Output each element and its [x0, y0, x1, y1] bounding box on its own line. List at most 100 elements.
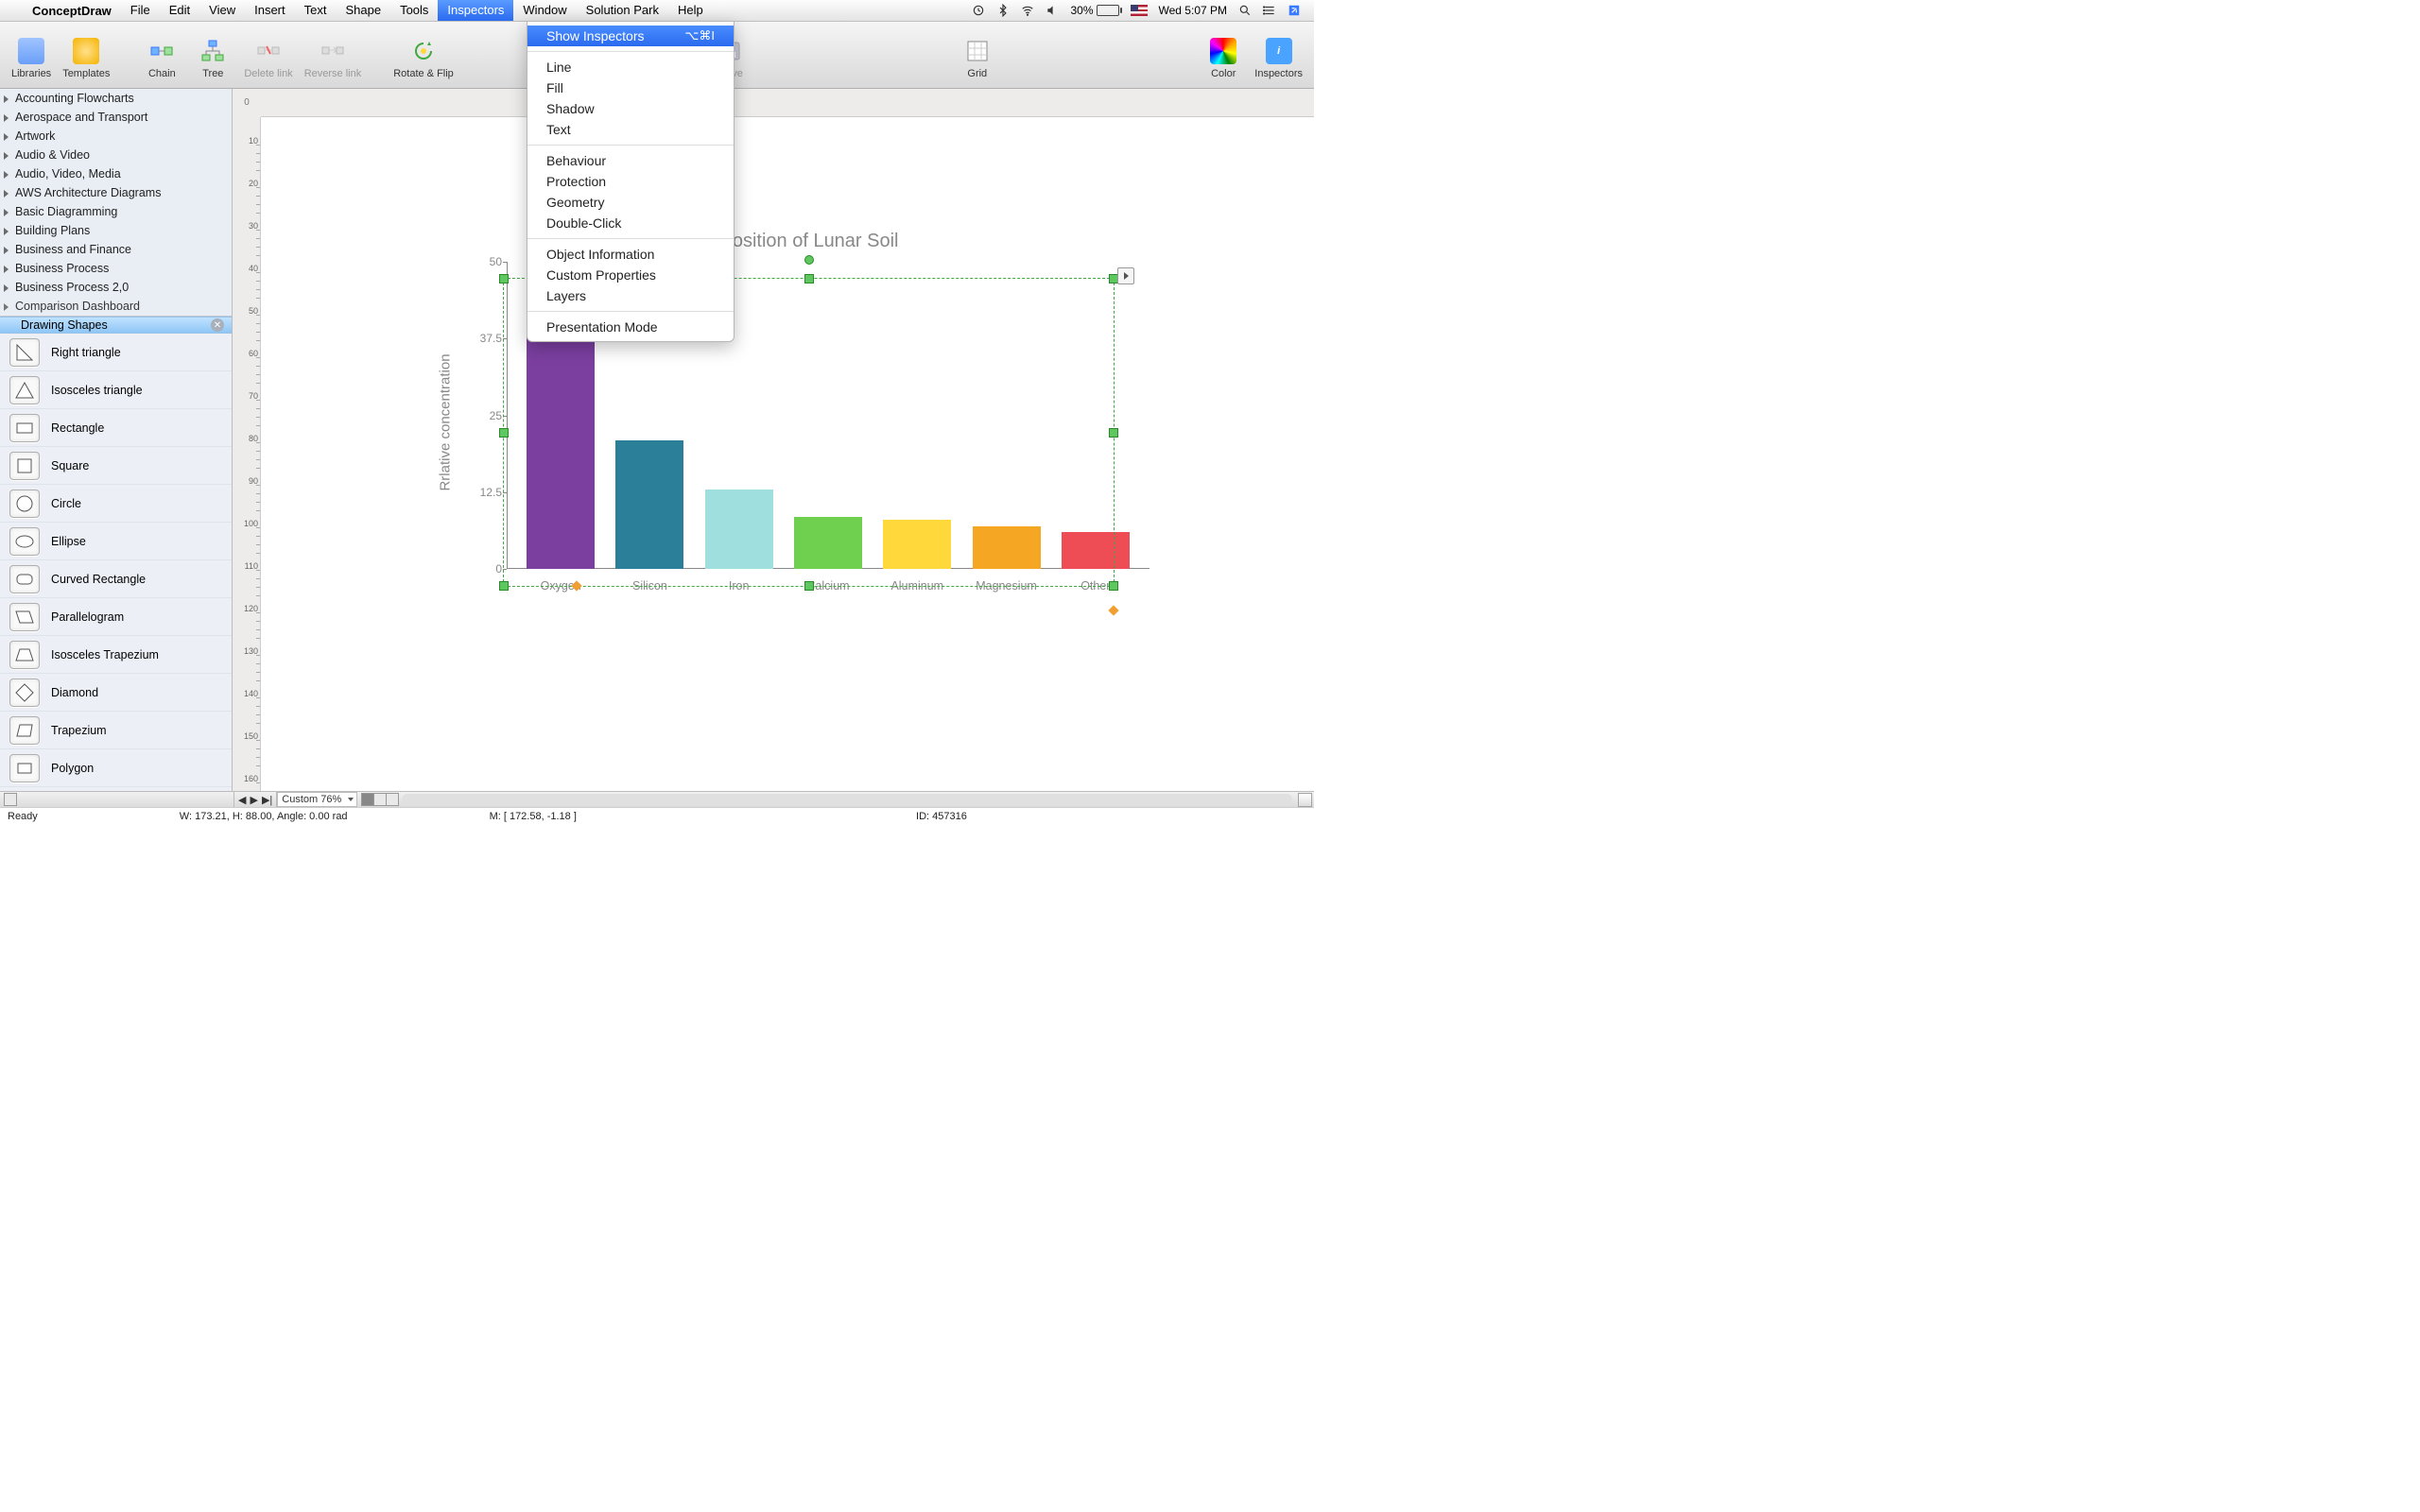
shape-diamond[interactable]: Diamond [0, 674, 232, 712]
bar-label: Iron [729, 579, 750, 593]
page-prev-icon[interactable]: ◀ [238, 794, 246, 806]
bar-rect [705, 490, 773, 570]
menu-item-behaviour[interactable]: Behaviour [527, 150, 734, 171]
menu-item-protection[interactable]: Protection [527, 171, 734, 192]
menu-edit[interactable]: Edit [160, 0, 199, 21]
clock[interactable]: Wed 5:07 PM [1153, 4, 1233, 17]
menu-item-geometry[interactable]: Geometry [527, 192, 734, 213]
page-last-icon[interactable]: ▶| [262, 794, 272, 806]
bar-chart[interactable]: Composition of Lunar Soil Rrlative conce… [412, 231, 1168, 583]
menu-item-presentation-mode[interactable]: Presentation Mode [527, 317, 734, 337]
lib-cat[interactable]: Artwork [0, 127, 232, 146]
lib-cat[interactable]: Audio & Video [0, 146, 232, 164]
current-library-header[interactable]: Drawing Shapes ✕ [0, 317, 232, 334]
menu-text[interactable]: Text [295, 0, 337, 21]
menu-item-layers[interactable]: Layers [527, 285, 734, 306]
notification-list-icon[interactable] [1257, 4, 1282, 17]
shape-list[interactable]: Right triangle Isosceles triangle Rectan… [0, 334, 232, 791]
panel-toggle-icon[interactable] [4, 793, 17, 806]
vertical-ruler[interactable]: 102030405060708090100110120130140150160 [233, 117, 261, 791]
shape-isosceles-triangle[interactable]: Isosceles triangle [0, 371, 232, 409]
layout-panes[interactable] [361, 793, 398, 806]
toolbar-rotate-flip[interactable]: Rotate & Flip [388, 34, 459, 83]
toolbar-libraries[interactable]: Libraries [6, 34, 57, 83]
toolbar-label: Reverse link [304, 68, 362, 79]
lib-cat[interactable]: Aerospace and Transport [0, 108, 232, 127]
shape-trapezium[interactable]: Trapezium [0, 712, 232, 749]
lib-cat[interactable]: Business and Finance [0, 240, 232, 259]
h-scrollbar[interactable] [402, 794, 1292, 805]
close-library-icon[interactable]: ✕ [211, 318, 224, 332]
menu-window[interactable]: Window [513, 0, 576, 21]
bluetooth-icon[interactable] [991, 4, 1015, 17]
lib-cat[interactable]: Comparison Dashboard [0, 297, 232, 316]
zoom-select[interactable]: Custom 76% [277, 792, 357, 807]
menu-help[interactable]: Help [668, 0, 713, 21]
menu-view[interactable]: View [199, 0, 245, 21]
menu-item-custom-props[interactable]: Custom Properties [527, 265, 734, 285]
shape-label: Polygon [51, 762, 94, 775]
shape-parallelogram[interactable]: Parallelogram [0, 598, 232, 636]
pane-3-icon[interactable] [386, 793, 399, 806]
toolbar-color[interactable]: Color [1198, 34, 1249, 83]
toolbar-tree[interactable]: Tree [187, 34, 238, 83]
lib-cat[interactable]: AWS Architecture Diagrams [0, 183, 232, 202]
shape-iso-trapezium[interactable]: Isosceles Trapezium [0, 636, 232, 674]
shape-polygon[interactable]: Polygon [0, 749, 232, 787]
menu-shape[interactable]: Shape [336, 0, 390, 21]
bar-calcium[interactable]: Calcium [789, 262, 867, 569]
lib-cat[interactable]: Business Process [0, 259, 232, 278]
bar-rect [883, 520, 951, 569]
menu-item-text[interactable]: Text [527, 119, 734, 140]
bar-other[interactable]: Other [1057, 262, 1134, 569]
toolbar-chain[interactable]: Chain [136, 34, 187, 83]
lib-cat[interactable]: Accounting Flowcharts [0, 89, 232, 108]
library-categories-list[interactable]: Accounting Flowcharts Aerospace and Tran… [0, 89, 232, 317]
corner-resize-icon[interactable] [1298, 793, 1312, 807]
menu-inspectors[interactable]: Inspectors [438, 0, 513, 21]
toolbar-inspectors[interactable]: i Inspectors [1249, 34, 1308, 83]
menu-item-line[interactable]: Line [527, 57, 734, 77]
lib-cat[interactable]: Business Process 2,0 [0, 278, 232, 297]
lib-cat[interactable]: Building Plans [0, 221, 232, 240]
spotlight-icon[interactable] [1233, 4, 1257, 17]
horizontal-ruler[interactable] [261, 89, 1314, 117]
menu-insert[interactable]: Insert [245, 0, 295, 21]
shape-curved-rectangle[interactable]: Curved Rectangle [0, 560, 232, 598]
bar-aluminum[interactable]: Aluminum [878, 262, 956, 569]
wifi-icon[interactable] [1015, 4, 1040, 17]
pane-1-icon[interactable] [361, 793, 374, 806]
menu-tools[interactable]: Tools [390, 0, 438, 21]
input-source-flag[interactable] [1125, 5, 1153, 16]
menu-item-fill[interactable]: Fill [527, 77, 734, 98]
shape-square[interactable]: Square [0, 447, 232, 485]
page-next-icon[interactable]: ▶ [250, 794, 257, 806]
battery-status[interactable]: 30% [1064, 4, 1124, 17]
menu-item-double-click[interactable]: Double-Click [527, 213, 734, 233]
drawing-canvas[interactable]: Composition of Lunar Soil Rrlative conce… [261, 117, 1314, 791]
menu-solution-park[interactable]: Solution Park [577, 0, 668, 21]
shape-icon [9, 603, 40, 631]
lib-cat[interactable]: Audio, Video, Media [0, 164, 232, 183]
fullscreen-icon[interactable] [1282, 4, 1306, 17]
shape-ellipse[interactable]: Ellipse [0, 523, 232, 560]
shape-rectangle[interactable]: Rectangle [0, 409, 232, 447]
page-nav[interactable]: ◀ ▶ ▶| [234, 792, 277, 807]
shape-icon [9, 565, 40, 593]
bar-label: Aluminum [890, 579, 943, 593]
shape-circle[interactable]: Circle [0, 485, 232, 523]
shape-right-triangle[interactable]: Right triangle [0, 334, 232, 371]
time-machine-icon[interactable] [966, 4, 991, 17]
shape-control-diamond[interactable] [1108, 605, 1118, 615]
volume-icon[interactable] [1040, 4, 1064, 17]
bar-magnesium[interactable]: Magnesium [967, 262, 1045, 569]
app-name[interactable]: ConceptDraw [23, 4, 121, 18]
lib-cat[interactable]: Basic Diagramming [0, 202, 232, 221]
menu-item-shadow[interactable]: Shadow [527, 98, 734, 119]
pane-2-icon[interactable] [373, 793, 387, 806]
menu-item-object-info[interactable]: Object Information [527, 244, 734, 265]
menu-file[interactable]: File [121, 0, 160, 21]
toolbar-templates[interactable]: Templates [57, 34, 115, 83]
menu-item-show-inspectors[interactable]: Show Inspectors ⌥⌘I [527, 26, 734, 46]
toolbar-grid[interactable]: Grid [952, 34, 1003, 83]
